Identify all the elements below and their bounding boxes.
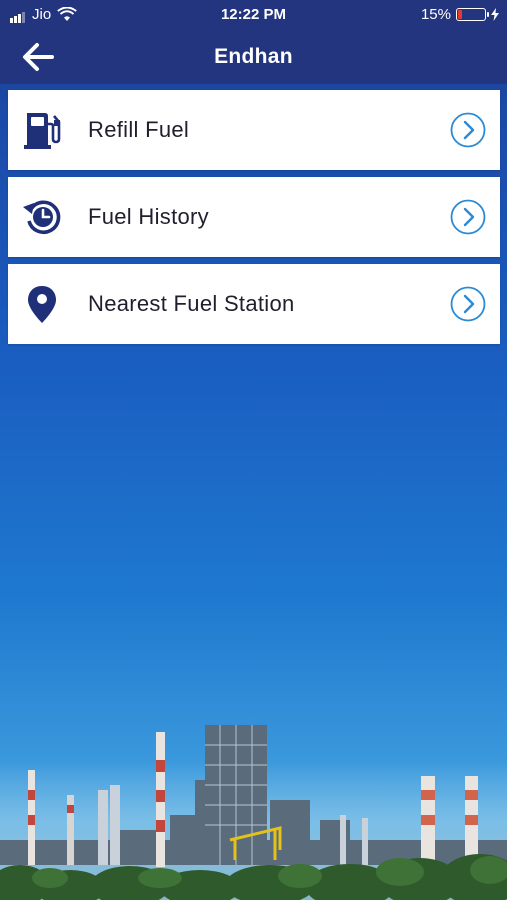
chevron-right-circle-icon[interactable] [450, 199, 486, 235]
battery-percent: 15% [420, 6, 451, 23]
refinery-skyline-image [0, 725, 507, 900]
page-title: Endhan [214, 45, 293, 68]
menu-item-label: Fuel History [88, 204, 209, 229]
menu-item-label: Nearest Fuel Station [88, 291, 295, 316]
chevron-right-circle-icon[interactable] [450, 286, 486, 322]
battery-icon [456, 8, 489, 21]
map-pin-icon [28, 286, 56, 323]
menu-item-fuel-history[interactable]: Fuel History [8, 177, 500, 257]
menu-item-nearest-fuel-station[interactable]: Nearest Fuel Station [8, 264, 500, 344]
status-right: 15% [421, 6, 499, 23]
charging-bolt-icon [491, 8, 499, 21]
chevron-right-circle-icon[interactable] [450, 112, 486, 148]
menu-item-refill-fuel[interactable]: Refill Fuel [8, 90, 500, 170]
menu-list: Refill Fuel Fuel History Nearest Fuel St… [8, 90, 500, 351]
navigation-bar: Endhan [0, 30, 507, 84]
status-bar: Jio 12:22 PM 15% [0, 0, 507, 30]
fuel-pump-icon [24, 113, 61, 149]
history-clock-icon [23, 200, 61, 235]
menu-item-label: Refill Fuel [88, 117, 190, 142]
